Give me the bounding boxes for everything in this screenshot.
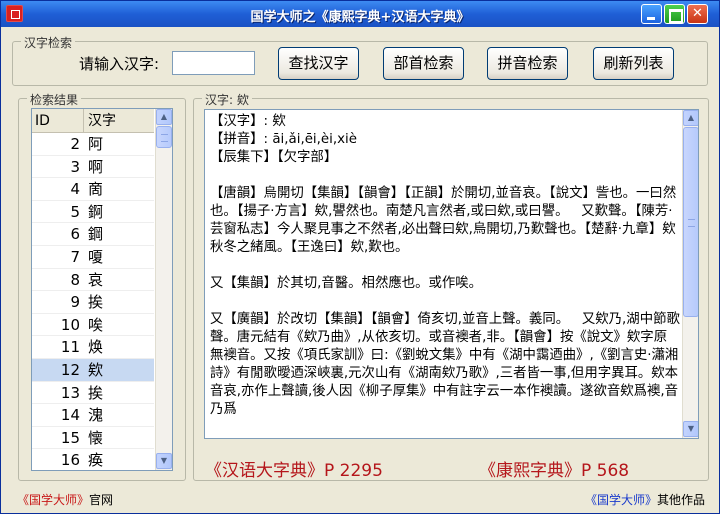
footer-official-site-link[interactable]: 《国学大师》官网: [17, 491, 113, 508]
footer-left-suffix: 官网: [89, 493, 114, 507]
row-hanzi: 挨: [88, 383, 104, 402]
main-window: 国学大师之《康熙字典+汉语大字典》 汉字检索 请输入汉字: 查找汉字 部首检索 …: [0, 0, 720, 514]
close-button[interactable]: [687, 4, 708, 24]
maximize-button[interactable]: [664, 4, 685, 24]
row-id: 8: [70, 270, 80, 289]
table-row[interactable]: 2阿: [32, 133, 154, 156]
row-id: 3: [70, 157, 80, 176]
text-scroll-down-arrow-icon[interactable]: ▼: [683, 421, 698, 437]
row-hanzi: 焕: [88, 338, 104, 357]
table-row[interactable]: 14 溾: [32, 404, 154, 427]
column-header-hanzi[interactable]: 汉字: [84, 109, 154, 133]
row-id: 10: [60, 315, 80, 334]
definition-text-area[interactable]: 【汉字】: 欸 【拼音】: āi,ǎi,ēi,èi,xiè 【辰集下】【欠字部】…: [204, 109, 699, 439]
row-hanzi: 鋼: [88, 225, 104, 244]
row-id: 6: [70, 225, 80, 244]
definition-text[interactable]: 【汉字】: 欸 【拼音】: āi,ǎi,ēi,èi,xiè 【辰集下】【欠字部】…: [210, 113, 680, 419]
find-hanzi-button[interactable]: 查找汉字: [278, 47, 359, 80]
footer-right-suffix: 其他作品: [656, 493, 705, 507]
text-scroll-up-arrow-icon[interactable]: ▲: [683, 110, 698, 126]
row-id: 2: [70, 135, 80, 153]
pinyin-search-button[interactable]: 拼音检索: [487, 47, 568, 80]
row-hanzi: 溾: [88, 406, 104, 425]
results-list[interactable]: ID 汉字 2 阿 3 啊 4 啇 5 錒 6 鋼 7 嗄 8 哀 9 挨 10 唉 11 焕 12 欸 13 挨 14 溾 15 懐…: [31, 108, 173, 471]
row-id: 11: [60, 338, 80, 357]
row-hanzi: 挨: [88, 293, 104, 312]
row-hanzi: 欸: [88, 360, 104, 379]
table-row[interactable]: 11 焕: [32, 336, 154, 359]
text-scroll-thumb[interactable]: [683, 127, 698, 317]
list-rows: 2 阿 3 啊 4 啇 5 錒 6 鋼 7 嗄 8 哀 9 挨 10 唉 11 焕 12 欸 13 挨 14 溾 15 懐 16 痪: [32, 133, 154, 470]
scroll-down-arrow-icon[interactable]: ▼: [156, 453, 172, 469]
row-hanzi: 懐: [88, 428, 104, 447]
title-bar[interactable]: 国学大师之《康熙字典+汉语大字典》: [1, 1, 719, 27]
row-id: 4: [70, 180, 80, 199]
search-group-title: 汉字检索: [21, 34, 76, 51]
row-id: 7: [70, 247, 80, 266]
row-hanzi: 痪: [88, 451, 104, 470]
table-row[interactable]: 7嗄: [32, 246, 154, 269]
scroll-thumb[interactable]: [156, 126, 172, 148]
input-label: 请输入汉字:: [79, 55, 160, 73]
footer-left-brand: 《国学大师》: [17, 493, 90, 507]
row-hanzi: 啊: [88, 157, 104, 176]
table-row[interactable]: 16 痪: [32, 449, 154, 470]
results-group-title: 检索结果: [27, 91, 82, 108]
detail-group-title: 汉字: 欸: [202, 91, 252, 108]
hanzi-input[interactable]: [172, 51, 255, 75]
table-row[interactable]: 12 欸: [32, 358, 154, 382]
table-row[interactable]: 6鋼: [32, 223, 154, 246]
table-row[interactable]: 5錒: [32, 201, 154, 224]
row-id: 16: [60, 451, 80, 470]
footer-right-brand: 《国学大师》: [584, 493, 657, 507]
footer-other-works-link[interactable]: 《国学大师》其他作品: [585, 491, 705, 508]
minimize-button[interactable]: [641, 4, 662, 24]
row-hanzi: 阿: [88, 135, 104, 153]
table-row[interactable]: 15 懐: [32, 427, 154, 450]
column-header-id[interactable]: ID: [32, 109, 84, 133]
row-hanzi: 錒: [88, 202, 104, 221]
kangxi-dictionary-reference[interactable]: 《康熙字典》P 568: [479, 456, 629, 481]
radical-search-button[interactable]: 部首检索: [383, 47, 464, 80]
table-row[interactable]: 10 唉: [32, 314, 154, 337]
row-id: 5: [70, 202, 80, 221]
row-hanzi: 唉: [88, 315, 104, 334]
text-scrollbar[interactable]: ▲ ▼: [682, 110, 698, 438]
row-id: 13: [60, 383, 80, 402]
window-title: 国学大师之《康熙字典+汉语大字典》: [250, 10, 470, 25]
row-id: 9: [70, 293, 80, 312]
row-hanzi: 啇: [88, 180, 104, 199]
list-scrollbar[interactable]: ▲ ▼: [155, 109, 172, 470]
hanyu-dictionary-reference[interactable]: 《汉语大字典》P 2295: [205, 456, 383, 481]
refresh-list-button[interactable]: 刷新列表: [593, 47, 674, 80]
row-id: 15: [60, 428, 80, 447]
table-row[interactable]: 9挨: [32, 291, 154, 314]
table-row[interactable]: 4啇: [32, 178, 154, 201]
row-hanzi: 嗄: [88, 247, 104, 266]
row-id: 14: [60, 406, 80, 425]
row-hanzi: 哀: [88, 270, 104, 289]
scroll-up-arrow-icon[interactable]: ▲: [156, 109, 172, 125]
table-row[interactable]: 3啊: [32, 156, 154, 179]
table-row[interactable]: 8哀: [32, 269, 154, 292]
row-id: 12: [60, 360, 80, 379]
list-header: ID 汉字: [32, 109, 154, 133]
table-row[interactable]: 13 挨: [32, 382, 154, 405]
